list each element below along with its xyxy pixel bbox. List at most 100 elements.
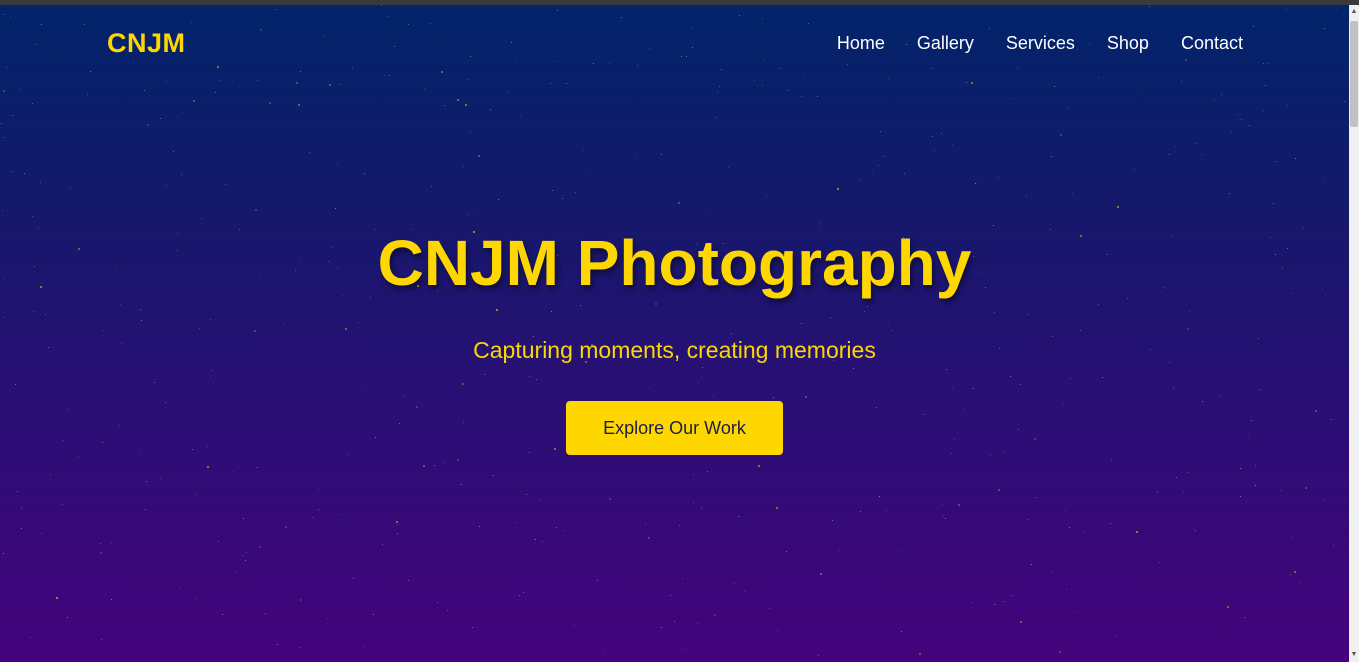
star-dot [87,94,88,95]
star-dot [1117,554,1118,555]
star-dot [709,210,710,211]
star-dot [103,330,104,331]
nav-link-home[interactable]: Home [837,33,885,53]
star-dot [1315,410,1317,412]
star-dot [1287,105,1288,106]
star-dot [236,572,237,573]
star-dot [945,518,946,519]
star-dot [1070,378,1071,379]
star-dot [536,379,537,380]
star-dot [1183,491,1184,492]
star-dot [345,328,347,330]
nav-item-gallery: Gallery [917,33,974,54]
star-dot [1117,206,1119,208]
star-dot [461,484,462,485]
star-dot [552,190,553,191]
star-dot [375,437,376,438]
star-dot [994,604,995,605]
star-dot [269,102,271,104]
star-dot [478,155,480,157]
star-dot [1189,311,1190,312]
nav-link-contact[interactable]: Contact [1181,33,1243,53]
star-dot [685,649,686,650]
star-dot [3,553,4,554]
star-dot [697,623,698,624]
star-dot [979,180,980,181]
star-dot [1255,485,1256,486]
star-dot [210,319,211,320]
hero-title: CNJM Photography [377,227,972,299]
star-dot [479,526,480,527]
star-dot [701,508,702,509]
logo[interactable]: CNJM [107,28,186,59]
scroll-up-icon[interactable]: ▲ [1349,5,1359,19]
star-dot [63,440,64,441]
star-dot [886,510,887,511]
star-dot [141,320,142,321]
star-dot [529,452,530,453]
star-dot [318,509,319,510]
star-dot [201,218,202,219]
star-dot [762,85,763,86]
star-dot [523,592,524,593]
scroll-thumb[interactable] [1350,21,1358,127]
star-dot [347,455,348,456]
star-dot [353,578,354,579]
star-dot [120,304,121,305]
explore-work-button[interactable]: Explore Our Work [566,401,783,455]
star-dot [1072,193,1073,194]
star-dot [1138,90,1139,91]
star-dot [40,182,41,183]
star-dot [1313,633,1314,634]
star-dot [1231,131,1232,132]
star-dot [382,544,383,545]
star-dot [337,163,338,164]
star-dot [1344,101,1345,102]
star-dot [4,317,5,318]
navbar: CNJM Home Gallery Services Shop Contact [0,5,1349,85]
star-dot [1051,572,1052,573]
star-dot [1060,134,1062,136]
star-dot [160,478,161,479]
nav-link-gallery[interactable]: Gallery [917,33,974,53]
star-dot [872,173,873,174]
star-dot [474,214,475,215]
star-dot [1249,125,1250,126]
star-dot [1074,611,1075,612]
star-dot [397,524,398,525]
star-dot [1280,490,1281,491]
star-dot [119,425,120,426]
star-dot [990,455,991,456]
star-dot [62,504,63,505]
scrollbar[interactable]: ▲ ▼ [1349,5,1359,662]
star-dot [300,647,301,648]
star-dot [12,171,13,172]
star-dot [111,599,112,600]
star-dot [867,306,868,307]
star-dot [225,184,226,185]
star-dot [470,132,471,133]
star-dot [1195,530,1196,531]
scroll-down-icon[interactable]: ▼ [1349,648,1359,662]
star-dot [1216,634,1217,635]
star-dot [24,173,25,174]
star-dot [364,390,365,391]
star-dot [101,639,102,640]
nav-link-services[interactable]: Services [1006,33,1075,53]
star-dot [716,117,717,118]
star-dot [932,136,933,137]
star-dot [597,628,598,629]
star-dot [33,311,34,312]
star-dot [1051,156,1052,157]
star-dot [1034,438,1036,440]
star-dot [30,637,31,638]
star-dot [879,496,880,497]
star-dot [655,303,657,305]
nav-link-shop[interactable]: Shop [1107,33,1149,53]
star-dot [563,530,564,531]
star-dot [526,494,527,495]
star-dot [465,104,467,106]
star-dot [1251,420,1252,421]
star-dot [1054,86,1055,87]
star-dot [56,597,58,599]
